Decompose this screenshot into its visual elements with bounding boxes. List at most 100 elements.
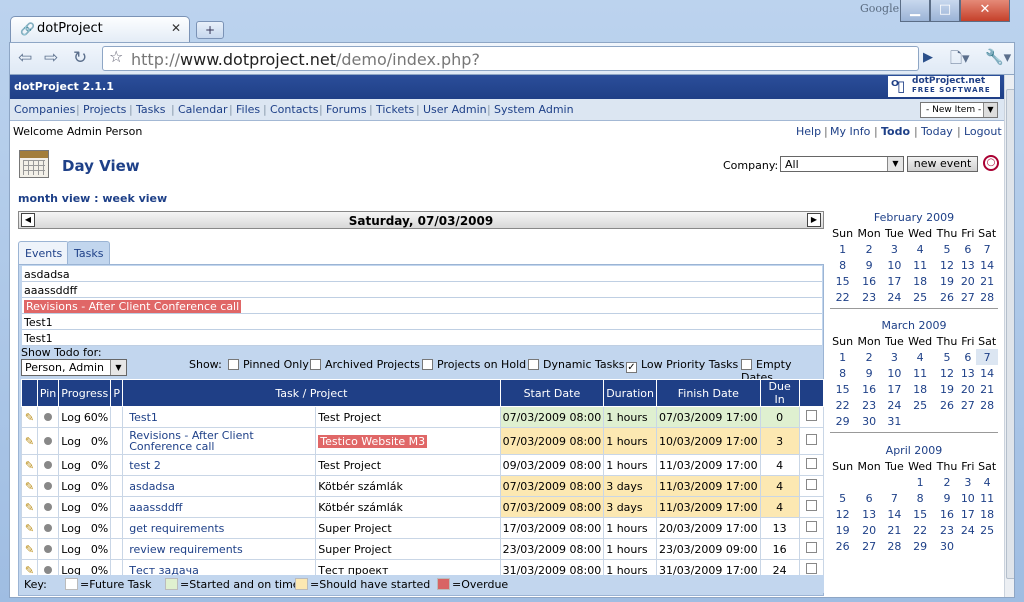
calendar-day[interactable]: 30 xyxy=(855,413,883,429)
calendar-day[interactable]: 20 xyxy=(959,273,976,289)
menu-system-admin[interactable]: System Admin xyxy=(494,103,574,116)
calendar-day[interactable]: 7 xyxy=(976,349,998,365)
calendar-day[interactable]: 18 xyxy=(976,506,998,522)
table-row[interactable]: ✎ Log 0% test 2 Test Project 09/03/2009 08:00… xyxy=(21,454,825,476)
row-checkbox[interactable] xyxy=(805,563,817,574)
project-link[interactable]: Kötbér számlák xyxy=(318,480,403,493)
col-progress[interactable]: Progress xyxy=(58,379,112,407)
calendar-day[interactable]: 16 xyxy=(855,381,883,397)
go-icon[interactable]: ▶ xyxy=(923,50,933,65)
calendar-day[interactable]: 14 xyxy=(976,365,998,381)
calendar-day[interactable]: 22 xyxy=(830,289,855,305)
calendar-day[interactable]: 14 xyxy=(976,257,998,273)
task-name-link[interactable]: aaassddff xyxy=(129,501,182,514)
pin-icon[interactable] xyxy=(44,460,53,469)
menu-tasks[interactable]: Tasks xyxy=(136,103,165,116)
list-item[interactable]: aaassddff xyxy=(22,282,822,298)
checkbox[interactable] xyxy=(422,359,433,370)
filter-pinned-only[interactable]: Pinned Only xyxy=(228,358,309,371)
list-item[interactable]: Test1 xyxy=(22,314,822,330)
calendar-day[interactable]: 15 xyxy=(830,381,855,397)
pin-icon[interactable] xyxy=(44,523,53,532)
project-link[interactable]: Test Project xyxy=(318,459,381,472)
menu-user-admin[interactable]: User Admin xyxy=(423,103,487,116)
calendar-day[interactable]: 14 xyxy=(883,506,906,522)
calendar-day[interactable]: 1 xyxy=(830,349,855,365)
calendar-day[interactable]: 3 xyxy=(883,241,906,257)
pin-icon[interactable] xyxy=(44,502,53,511)
back-icon[interactable]: ⇦ xyxy=(18,48,32,68)
pin-icon[interactable] xyxy=(44,544,53,553)
menu-calendar[interactable]: Calendar xyxy=(178,103,227,116)
view-links[interactable]: month view : week view xyxy=(18,192,167,205)
project-link[interactable]: Testico Website M3 xyxy=(318,434,428,448)
filter-projects-on-hold[interactable]: Projects on Hold xyxy=(422,358,526,371)
log-link[interactable]: Log xyxy=(61,501,81,514)
row-checkbox[interactable] xyxy=(805,458,817,469)
bookmark-star-icon[interactable]: ☆ xyxy=(109,47,123,66)
calendar-day[interactable]: 29 xyxy=(830,413,855,429)
calendar-day[interactable]: 16 xyxy=(935,506,960,522)
calendar-day[interactable]: 22 xyxy=(906,522,935,538)
calendar-day[interactable]: 2 xyxy=(855,349,883,365)
mini-calendar-title[interactable]: March 2009 xyxy=(830,319,998,333)
table-row[interactable]: ✎ Log 0% asdadsa Kötbér számlák 07/03/2009 08… xyxy=(21,475,825,497)
calendar-day[interactable]: 17 xyxy=(883,273,906,289)
row-checkbox[interactable] xyxy=(805,521,817,532)
calendar-day[interactable]: 6 xyxy=(959,241,976,257)
calendar-day[interactable]: 30 xyxy=(935,538,960,554)
calendar-day[interactable]: 23 xyxy=(855,397,883,413)
edit-pencil-icon[interactable]: ✎ xyxy=(25,411,34,424)
calendar-day[interactable]: 26 xyxy=(830,538,855,554)
col-start-date[interactable]: Start Date xyxy=(499,379,605,407)
maximize-button[interactable]: □ xyxy=(930,0,960,22)
project-link[interactable]: Super Project xyxy=(318,543,391,556)
new-event-button[interactable]: new event xyxy=(907,156,978,172)
calendar-day[interactable]: 26 xyxy=(935,289,960,305)
calendar-day[interactable]: 23 xyxy=(935,522,960,538)
calendar-day[interactable]: 4 xyxy=(976,474,998,490)
calendar-day[interactable]: 7 xyxy=(883,490,906,506)
row-checkbox[interactable] xyxy=(805,479,817,490)
calendar-day[interactable]: 8 xyxy=(906,490,935,506)
calendar-day[interactable]: 16 xyxy=(855,273,883,289)
calendar-day[interactable]: 23 xyxy=(855,289,883,305)
wrench-menu-icon[interactable]: 🔧▾ xyxy=(985,48,1011,66)
list-item[interactable]: Revisions - After Client Conference call xyxy=(22,298,822,314)
calendar-day[interactable]: 5 xyxy=(830,490,855,506)
calendar-day[interactable]: 22 xyxy=(830,397,855,413)
list-item[interactable]: Test1 xyxy=(22,330,822,346)
task-name-link[interactable]: asdadsa xyxy=(129,480,175,493)
log-link[interactable]: Log xyxy=(61,522,81,535)
row-checkbox[interactable] xyxy=(805,500,817,511)
menu-forums[interactable]: Forums xyxy=(326,103,367,116)
filter-archived-projects[interactable]: Archived Projects xyxy=(310,358,420,371)
calendar-day[interactable]: 20 xyxy=(855,522,883,538)
calendar-day[interactable]: 27 xyxy=(959,289,976,305)
calendar-day[interactable]: 5 xyxy=(935,349,960,365)
calendar-day[interactable]: 8 xyxy=(830,257,855,273)
dotproject-logo[interactable]: ᴼ▯ dotProject.net FREE SOFTWARE xyxy=(888,76,1000,97)
col-priority[interactable]: P xyxy=(110,379,124,407)
table-row[interactable]: ✎ Log 0% aaassddff Kötbér számlák 07/03/2009 … xyxy=(21,496,825,518)
calendar-day[interactable]: 31 xyxy=(883,413,906,429)
col-due-in[interactable]: Due In xyxy=(759,379,800,407)
calendar-day[interactable]: 29 xyxy=(906,538,935,554)
project-link[interactable]: Kötbér számlák xyxy=(318,501,403,514)
calendar-day[interactable]: 2 xyxy=(935,474,960,490)
next-day-icon[interactable]: ▶ xyxy=(807,213,821,227)
my-info-link[interactable]: My Info xyxy=(830,125,870,138)
checkbox[interactable] xyxy=(741,359,752,370)
table-row[interactable]: ✎ Log 0% get requirements Super Project 17/03… xyxy=(21,517,825,539)
todo-link[interactable]: Todo xyxy=(881,125,910,138)
log-link[interactable]: Log xyxy=(61,543,81,556)
menu-tickets[interactable]: Tickets xyxy=(376,103,414,116)
calendar-day[interactable]: 10 xyxy=(883,365,906,381)
col-duration[interactable]: Duration xyxy=(603,379,657,407)
tab-events[interactable]: Events xyxy=(18,241,70,264)
calendar-day[interactable]: 11 xyxy=(906,257,935,273)
calendar-day[interactable]: 13 xyxy=(959,365,976,381)
menu-projects[interactable]: Projects xyxy=(83,103,126,116)
calendar-day[interactable]: 7 xyxy=(976,241,998,257)
filter-dynamic-tasks[interactable]: Dynamic Tasks xyxy=(528,358,624,371)
